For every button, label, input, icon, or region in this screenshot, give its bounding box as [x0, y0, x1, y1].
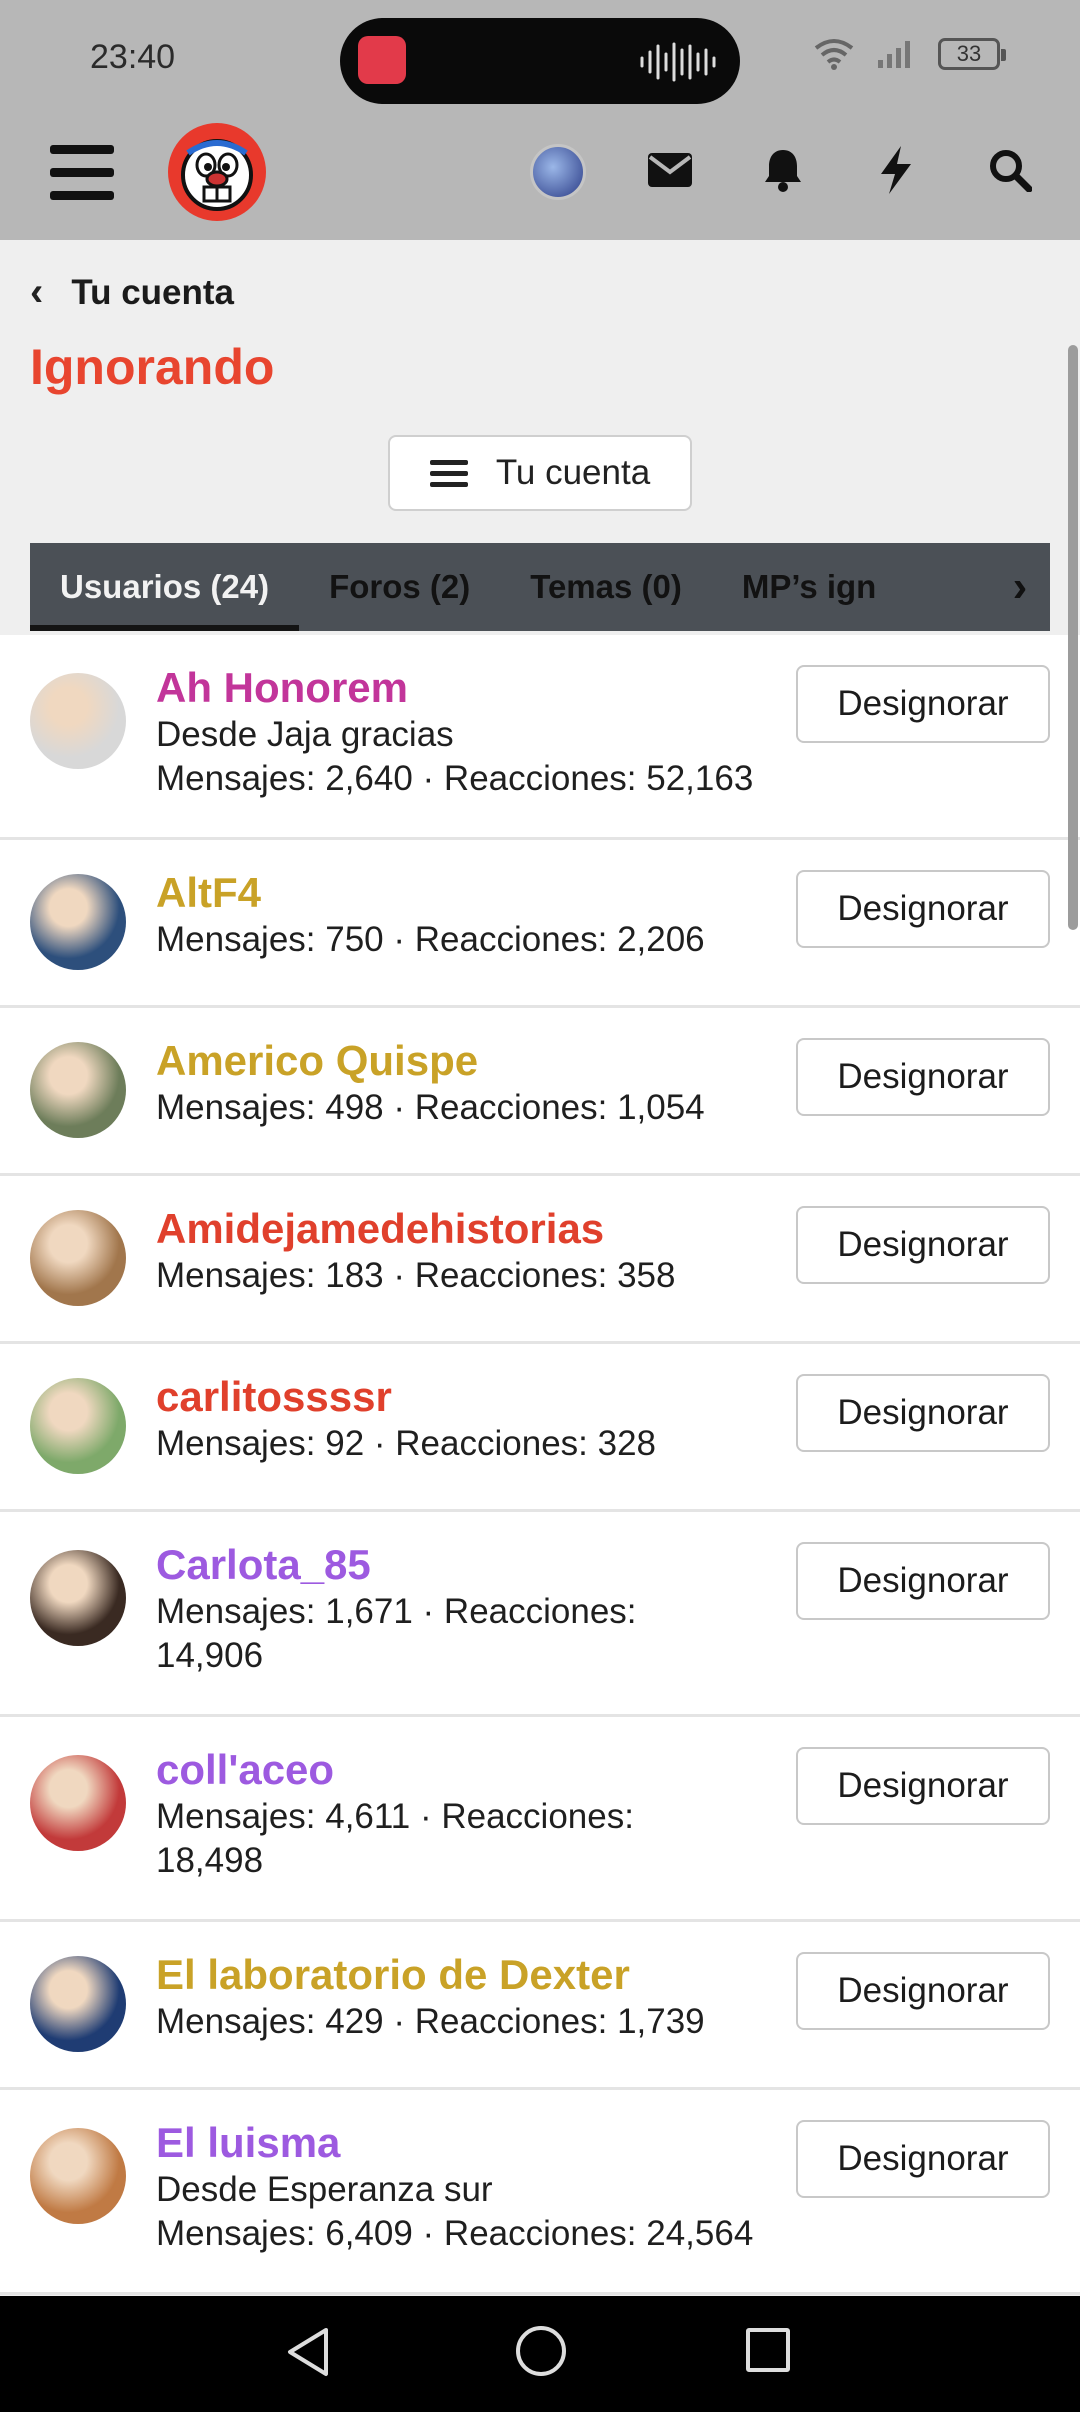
username-link[interactable]: Carlota_85 — [156, 1540, 816, 1590]
bell-icon[interactable] — [753, 140, 813, 200]
forum-logo[interactable] — [168, 123, 266, 221]
avatar[interactable] — [30, 1755, 126, 1851]
username-link[interactable]: coll'aceo — [156, 1745, 816, 1795]
battery-indicator: 33 — [938, 38, 1006, 70]
user-avatar[interactable] — [530, 144, 586, 200]
user-stats: Mensajes: 92 · Reacciones: 328 — [156, 1424, 656, 1463]
user-stats: Mensajes: 183 · Reacciones: 358 — [156, 1256, 676, 1295]
user-stats: Mensajes: 498 · Reacciones: 1,054 — [156, 1088, 705, 1127]
search-icon[interactable] — [980, 140, 1040, 200]
user-location: Desde Esperanza sur — [156, 2170, 493, 2209]
signal-icon — [878, 41, 910, 68]
page-title: Ignorando — [30, 339, 275, 395]
user-stats: Mensajes: 750 · Reacciones: 2,206 — [156, 920, 705, 959]
hamburger-icon[interactable] — [50, 145, 114, 205]
avatar[interactable] — [30, 1042, 126, 1138]
app-notification-icon — [358, 36, 406, 84]
home-icon[interactable] — [516, 2326, 566, 2376]
list-item: coll'aceo Mensajes: 4,611 · Reacciones: 18… — [0, 1717, 1080, 1922]
list-item: carlitossssr Mensajes: 92 · Reacciones: 3… — [0, 1344, 1080, 1512]
avatar[interactable] — [30, 874, 126, 970]
list-item: AltF4 Mensajes: 750 · Reacciones: 2,206 De… — [0, 840, 1080, 1008]
user-info: Amidejamedehistorias Mensajes: 183 · Reac… — [156, 1204, 816, 1298]
avatar[interactable] — [30, 2128, 126, 2224]
user-stats-continued: 18,498 — [156, 1841, 264, 1880]
tab-bar: Usuarios (24) Foros (2) Temas (0) MP’s i… — [30, 543, 1050, 631]
user-stats: Mensajes: 429 · Reacciones: 1,739 — [156, 2002, 705, 2041]
chevron-right-icon[interactable]: › — [990, 543, 1050, 631]
status-time: 23:40 — [90, 38, 176, 76]
tab-mps[interactable]: MP’s ign — [712, 543, 906, 631]
user-stats: Mensajes: 6,409 · Reacciones: 24,564 — [156, 2214, 754, 2253]
wifi-icon — [814, 39, 854, 70]
tab-foros[interactable]: Foros (2) — [299, 543, 500, 631]
list-item: Carlota_85 Mensajes: 1,671 · Reacciones: 1… — [0, 1512, 1080, 1717]
back-icon[interactable] — [286, 2326, 330, 2378]
avatar[interactable] — [30, 1210, 126, 1306]
user-info: AltF4 Mensajes: 750 · Reacciones: 2,206 — [156, 868, 816, 962]
username-link[interactable]: Ah Honorem — [156, 663, 816, 713]
chevron-left-icon: ‹ — [30, 270, 44, 314]
list-item: Amidejamedehistorias Mensajes: 183 · Reac… — [0, 1176, 1080, 1344]
tab-temas[interactable]: Temas (0) — [500, 543, 712, 631]
user-info: Carlota_85 Mensajes: 1,671 · Reacciones: 1… — [156, 1540, 816, 1678]
envelope-icon[interactable] — [640, 140, 700, 200]
user-stats: Mensajes: 2,640 · Reacciones: 52,163 — [156, 759, 754, 798]
list-item: El luisma Desde Esperanza sur Mensajes: 6,… — [0, 2090, 1080, 2295]
avatar[interactable] — [30, 1956, 126, 2052]
user-stats-continued: 14,906 — [156, 1636, 264, 1675]
dynamic-island — [340, 18, 740, 104]
unignore-button[interactable]: Designorar — [796, 1952, 1050, 2030]
username-link[interactable]: Americo Quispe — [156, 1036, 816, 1086]
user-info: Americo Quispe Mensajes: 498 · Reacciones… — [156, 1036, 816, 1130]
avatar[interactable] — [30, 673, 126, 769]
breadcrumb-label: Tu cuenta — [71, 272, 235, 312]
unignore-button[interactable]: Designorar — [796, 1542, 1050, 1620]
user-stats: Mensajes: 1,671 · Reacciones: — [156, 1592, 637, 1631]
username-link[interactable]: AltF4 — [156, 868, 816, 918]
ignored-users-list: Ah Honorem Desde Jaja gracias Mensajes: 2,… — [0, 635, 1080, 2295]
recent-apps-icon[interactable] — [746, 2328, 790, 2372]
account-menu-button[interactable]: Tu cuenta — [388, 435, 692, 511]
username-link[interactable]: El luisma — [156, 2118, 816, 2168]
tab-usuarios[interactable]: Usuarios (24) — [30, 543, 300, 631]
status-bar: 23:40 33 — [0, 0, 1080, 120]
username-link[interactable]: carlitossssr — [156, 1372, 816, 1422]
unignore-button[interactable]: Designorar — [796, 1038, 1050, 1116]
unignore-button[interactable]: Designorar — [796, 1747, 1050, 1825]
system-nav-bar — [0, 2296, 1080, 2412]
user-location: Desde Jaja gracias — [156, 715, 454, 754]
status-icons: 33 — [814, 38, 1006, 70]
avatar[interactable] — [30, 1378, 126, 1474]
lightning-icon[interactable] — [866, 140, 926, 200]
user-info: Ah Honorem Desde Jaja gracias Mensajes: 2,… — [156, 663, 816, 801]
unignore-button[interactable]: Designorar — [796, 870, 1050, 948]
user-info: coll'aceo Mensajes: 4,611 · Reacciones: 18… — [156, 1745, 816, 1883]
user-info: El luisma Desde Esperanza sur Mensajes: 6,… — [156, 2118, 816, 2256]
breadcrumb[interactable]: ‹ Tu cuenta — [30, 270, 234, 315]
unignore-button[interactable]: Designorar — [796, 2120, 1050, 2198]
list-item: Ah Honorem Desde Jaja gracias Mensajes: 2,… — [0, 635, 1080, 840]
avatar[interactable] — [30, 1550, 126, 1646]
user-info: carlitossssr Mensajes: 92 · Reacciones: 3… — [156, 1372, 816, 1466]
app-header — [0, 120, 1080, 240]
unignore-button[interactable]: Designorar — [796, 1206, 1050, 1284]
unignore-button[interactable]: Designorar — [796, 1374, 1050, 1452]
audio-wave-icon — [640, 42, 716, 82]
list-item: Americo Quispe Mensajes: 498 · Reacciones… — [0, 1008, 1080, 1176]
user-info: El laboratorio de Dexter Mensajes: 429 · … — [156, 1950, 816, 2044]
list-item: El laboratorio de Dexter Mensajes: 429 · … — [0, 1922, 1080, 2090]
username-link[interactable]: El laboratorio de Dexter — [156, 1950, 816, 2000]
account-button-label: Tu cuenta — [495, 453, 651, 492]
scrollbar[interactable] — [1068, 345, 1078, 930]
menu-lines-icon — [429, 454, 468, 493]
unignore-button[interactable]: Designorar — [796, 665, 1050, 743]
user-stats: Mensajes: 4,611 · Reacciones: — [156, 1797, 634, 1836]
username-link[interactable]: Amidejamedehistorias — [156, 1204, 816, 1254]
